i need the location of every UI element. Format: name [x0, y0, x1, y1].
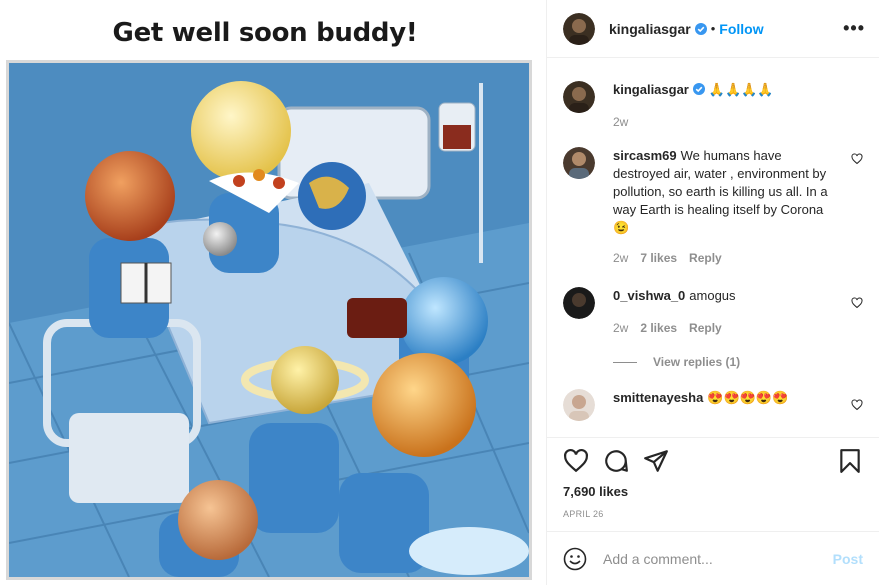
comment-likes[interactable]: 7 likes	[640, 249, 677, 267]
share-icon[interactable]	[643, 448, 669, 474]
bookmark-icon[interactable]	[837, 448, 863, 474]
post-comment-button[interactable]: Post	[833, 551, 863, 567]
verified-badge-icon	[692, 83, 705, 95]
reply-button[interactable]: Reply	[689, 249, 722, 267]
post-date[interactable]: APRIL 26	[563, 509, 863, 519]
post-caption: kingaliasgar 🙏🙏🙏🙏 2w	[563, 59, 863, 131]
meme-illustration	[6, 60, 532, 580]
comment-likes[interactable]: 2 likes	[640, 319, 677, 337]
comments-list[interactable]: kingaliasgar 🙏🙏🙏🙏 2w sircasm69 We humans h…	[547, 59, 879, 437]
caption-text: 🙏🙏🙏🙏	[708, 82, 774, 97]
author-username[interactable]: kingaliasgar	[609, 21, 691, 37]
commenter-avatar[interactable]	[563, 389, 595, 421]
comment-like-heart-icon[interactable]	[851, 297, 863, 309]
comment-item: 0_vishwa_0 amogus 2w 2 likes Reply	[563, 267, 863, 337]
add-comment-input[interactable]	[603, 550, 833, 567]
view-replies-button[interactable]: View replies (1)	[613, 355, 863, 369]
post-modal: Get well soon buddy! kingaliasgar • Foll…	[0, 0, 879, 585]
comments-panel: kingaliasgar • Follow ••• kingaliasgar 🙏🙏…	[547, 0, 879, 585]
post-media[interactable]: Get well soon buddy!	[0, 0, 547, 585]
header-separator: •	[710, 21, 716, 36]
author-avatar[interactable]	[563, 12, 595, 45]
verified-badge-icon	[694, 22, 707, 35]
follow-button[interactable]: Follow	[719, 21, 763, 37]
caption-age[interactable]: 2w	[613, 113, 628, 131]
action-icons	[563, 438, 863, 484]
comment-item: sircasm69 We humans have destroyed air, w…	[563, 131, 863, 267]
commenter-username[interactable]: sircasm69	[613, 148, 677, 163]
comment-text: 😍😍😍😍😍	[707, 390, 789, 405]
caption-username[interactable]: kingaliasgar	[613, 82, 689, 97]
comment-icon[interactable]	[603, 448, 629, 474]
comment-like-heart-icon[interactable]	[851, 399, 863, 411]
emoji-smile-icon[interactable]	[563, 547, 587, 571]
commenter-avatar[interactable]	[563, 287, 595, 319]
comment-text: amogus	[689, 288, 736, 303]
commenter-avatar[interactable]	[563, 147, 595, 179]
view-replies-label: View replies (1)	[653, 355, 741, 369]
heart-icon[interactable]	[563, 448, 589, 474]
commenter-username[interactable]: smittenayesha	[613, 390, 703, 405]
caption-avatar[interactable]	[563, 81, 595, 113]
add-comment-bar: Post	[547, 531, 879, 585]
post-actions: 7,690 likes APRIL 26	[547, 437, 879, 530]
comment-like-heart-icon[interactable]	[851, 153, 863, 165]
likes-count[interactable]: 7,690 likes	[563, 484, 863, 499]
more-options-icon[interactable]: •••	[843, 18, 865, 39]
post-header: kingaliasgar • Follow •••	[547, 0, 879, 58]
comment-age[interactable]: 2w	[613, 319, 628, 337]
comment-age[interactable]: 2w	[613, 249, 628, 267]
comment-item: smittenayesha 😍😍😍😍😍	[563, 369, 863, 421]
commenter-username[interactable]: 0_vishwa_0	[613, 288, 685, 303]
reply-button[interactable]: Reply	[689, 319, 722, 337]
meme-caption-title: Get well soon buddy!	[112, 18, 418, 48]
view-replies-line	[613, 361, 637, 363]
